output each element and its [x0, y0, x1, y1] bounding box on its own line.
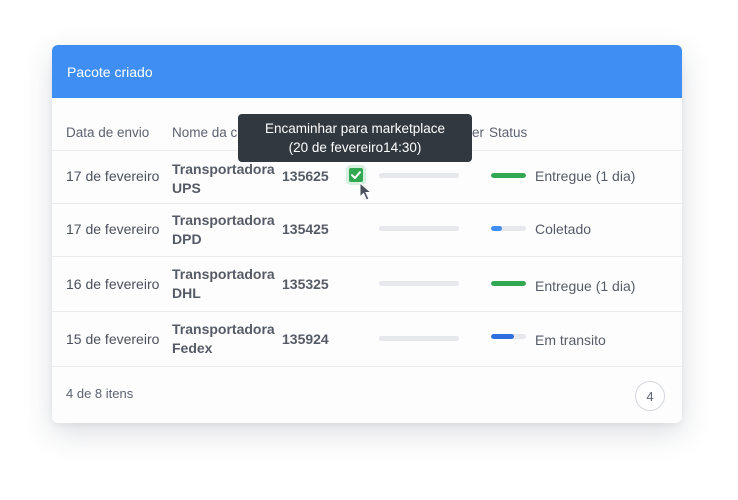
status-progress-fill — [491, 281, 526, 286]
status-text: Coletado — [535, 221, 592, 237]
column-header-tracking[interactable]: er — [472, 125, 484, 140]
status-text: Entregue (1 dia) — [535, 278, 636, 294]
status-progress-bar — [491, 173, 526, 178]
package-card: Pacote criado Data de envio Nome da c er… — [52, 45, 682, 423]
carrier-name: Transportadora — [172, 321, 275, 337]
row-package-id: 135425 — [282, 221, 329, 237]
tracking-bar — [379, 226, 459, 231]
pagination-count: 4 de 8 itens — [66, 386, 134, 401]
row-package-id: 135325 — [282, 276, 329, 292]
checkbox-checked-icon[interactable] — [349, 168, 363, 182]
status-progress-bar — [491, 281, 526, 286]
tooltip: Encaminhar para marketplace (20 de fever… — [238, 114, 472, 162]
card-title: Pacote criado — [67, 63, 153, 80]
row-date: 17 de fevereiro — [66, 168, 160, 184]
row-carrier: Transportadora DPD — [172, 211, 282, 249]
table-row[interactable]: 15 de fevereiro Transportadora Fedex 135… — [52, 312, 682, 367]
tooltip-date: (20 de fevereiro14:30) — [288, 140, 422, 155]
row-carrier: Transportadora UPS — [172, 160, 282, 198]
checkmark-icon — [351, 171, 361, 179]
tracking-bar — [379, 173, 459, 178]
tracking-bar — [379, 336, 459, 341]
status-progress-fill — [491, 334, 514, 339]
mouse-pointer-icon — [359, 182, 373, 201]
status-text: Entregue (1 dia) — [535, 168, 636, 184]
carrier-name: Transportadora — [172, 266, 275, 282]
carrier-name: Transportadora — [172, 212, 275, 228]
row-package-id: 135924 — [282, 331, 329, 347]
status-text: Em transito — [535, 332, 606, 348]
carrier-service: DHL — [172, 285, 201, 301]
table-row[interactable]: 16 de fevereiro Transportadora DHL 13532… — [52, 257, 682, 312]
status-progress-fill — [491, 173, 526, 178]
pagination-page-button[interactable]: 4 — [635, 381, 665, 411]
card-header: Pacote criado — [52, 45, 682, 98]
table-row[interactable]: 17 de fevereiro Transportadora DPD 13542… — [52, 204, 682, 257]
status-progress-fill — [491, 226, 502, 231]
tooltip-title: Encaminhar para marketplace — [264, 121, 446, 136]
carrier-service: Fedex — [172, 340, 213, 356]
column-header-date[interactable]: Data de envio — [66, 125, 149, 140]
row-package-id: 135625 — [282, 168, 329, 184]
row-date: 15 de fevereiro — [66, 331, 160, 347]
column-header-status[interactable]: Status — [489, 125, 527, 140]
row-carrier: Transportadora Fedex — [172, 320, 282, 358]
column-header-carrier[interactable]: Nome da c — [172, 125, 237, 140]
carrier-name: Transportadora — [172, 161, 275, 177]
status-progress-bar — [491, 226, 526, 231]
carrier-service: DPD — [172, 231, 202, 247]
page-number: 4 — [646, 388, 654, 404]
row-date: 17 de fevereiro — [66, 221, 160, 237]
row-date: 16 de fevereiro — [66, 276, 160, 292]
row-carrier: Transportadora DHL — [172, 265, 282, 303]
tracking-bar — [379, 281, 459, 286]
status-progress-bar — [491, 334, 526, 339]
carrier-service: UPS — [172, 180, 201, 196]
